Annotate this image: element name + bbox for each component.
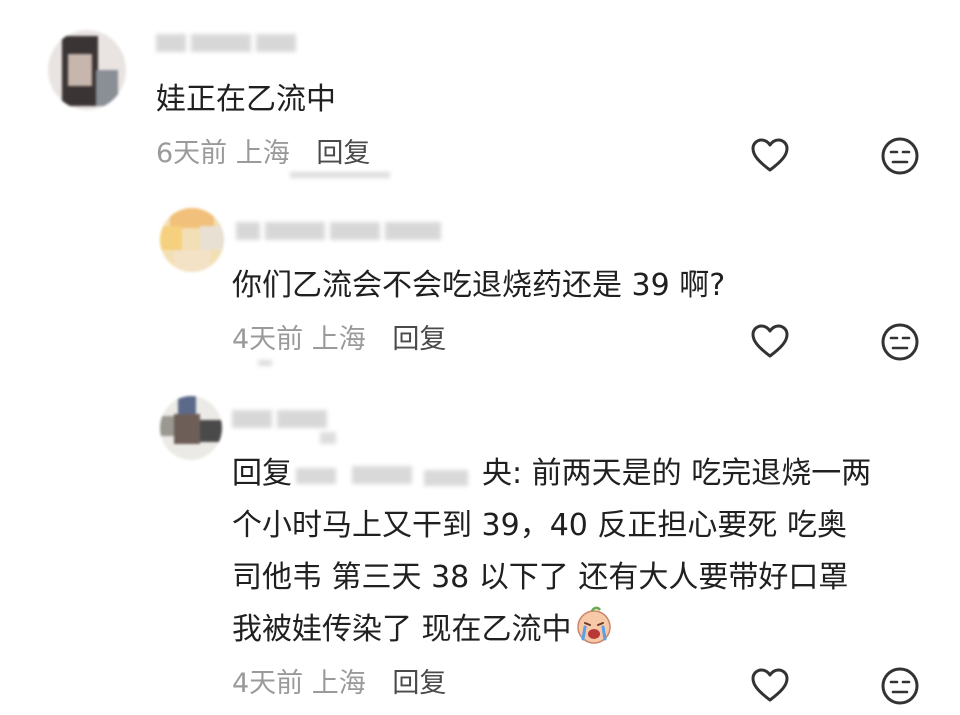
comment-line-4-wrap: 我被娃传染了 现在乙流中 xyxy=(232,604,614,656)
heart-outline-icon[interactable] xyxy=(750,322,790,362)
comment-location: 上海 xyxy=(311,324,366,355)
meh-face-icon[interactable] xyxy=(880,136,920,176)
reply-prefix: 回复 xyxy=(232,456,292,491)
comment-time: 4天前 xyxy=(232,324,304,355)
avatar[interactable] xyxy=(48,30,126,110)
comment-meta: 6天前 上海 回复 xyxy=(156,136,370,172)
comment-location: 上海 xyxy=(311,668,366,699)
username[interactable] xyxy=(236,222,446,248)
comment-line-4: 我被娃传染了 现在乙流中 xyxy=(232,612,572,647)
heart-outline-icon[interactable] xyxy=(750,136,790,176)
meh-face-icon[interactable] xyxy=(880,322,920,362)
comment-meta: 4天前 上海 回复 xyxy=(232,666,446,702)
comment-line-3: 司他韦 第三天 38 以下了 还有大人要带好口罩 xyxy=(232,560,849,595)
comment-time: 4天前 xyxy=(232,668,304,699)
reply-button[interactable]: 回复 xyxy=(392,324,446,355)
reply-button[interactable]: 回复 xyxy=(392,668,446,699)
mention-username[interactable] xyxy=(292,458,482,492)
username[interactable] xyxy=(232,410,332,436)
avatar[interactable] xyxy=(160,396,222,460)
comment-location: 上海 xyxy=(235,138,290,169)
comment-time: 6天前 xyxy=(156,138,228,169)
avatar[interactable] xyxy=(160,208,224,272)
heart-outline-icon[interactable] xyxy=(750,666,790,706)
mention-tail: 央: xyxy=(482,456,523,491)
comment-text: 娃正在乙流中 xyxy=(156,82,336,117)
comment-text: 回复 央: 前两天是的 吃完退烧一两 xyxy=(232,448,871,500)
reply-button[interactable]: 回复 xyxy=(316,138,370,169)
comment-text: 你们乙流会不会吃退烧药还是 39 啊? xyxy=(232,268,726,303)
meh-face-icon[interactable] xyxy=(880,666,920,706)
crying-face-emoji xyxy=(574,605,614,645)
comment-meta: 4天前 上海 回复 xyxy=(232,322,446,358)
comment-line-1: 前两天是的 吃完退烧一两 xyxy=(531,456,872,491)
username[interactable] xyxy=(156,34,301,60)
comment-line-2: 个小时马上又干到 39，40 反正担心要死 吃奥 xyxy=(232,508,847,543)
